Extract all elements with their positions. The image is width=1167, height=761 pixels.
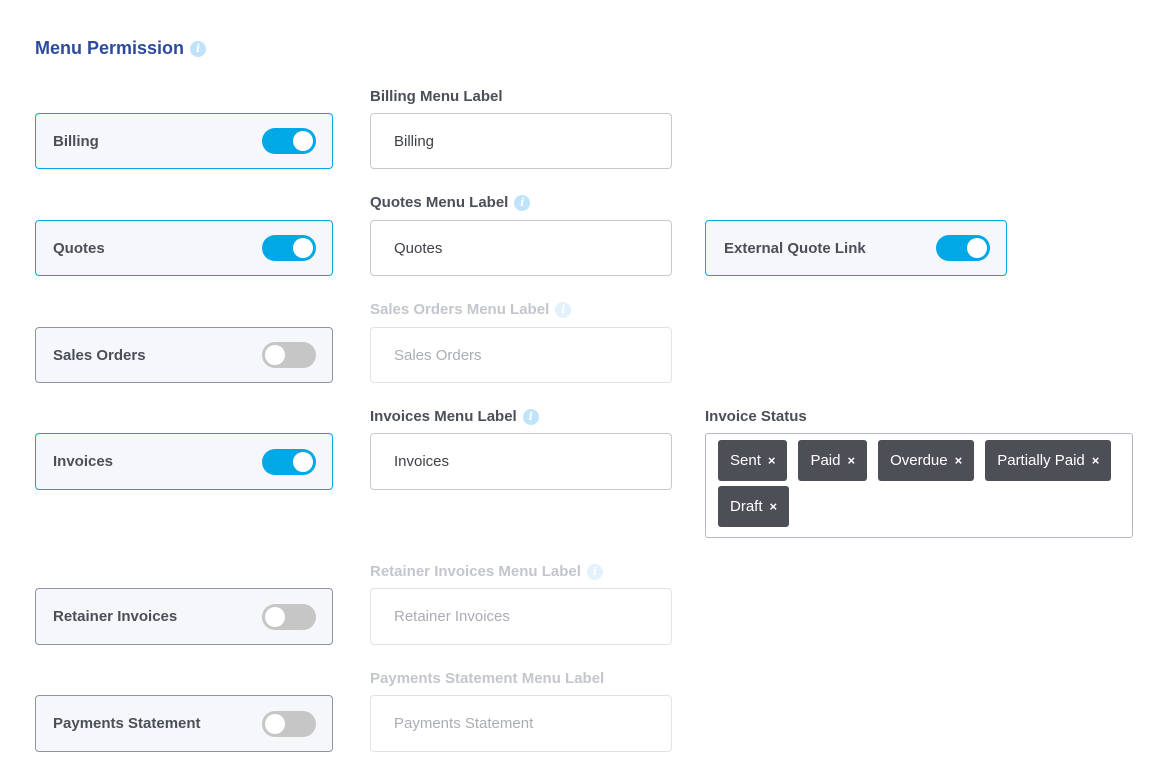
retainer-invoices-toggle-card[interactable]: Retainer Invoices xyxy=(35,588,333,645)
invoices-toggle-label: Invoices xyxy=(53,453,114,470)
menu-permission-page: Menu Permission i Billing Menu Label Bil… xyxy=(0,0,1167,761)
close-icon[interactable]: × xyxy=(847,453,855,468)
invoices-toggle-card[interactable]: Invoices xyxy=(35,433,333,490)
status-chip-label: Sent xyxy=(730,452,761,469)
status-chip-label: Draft xyxy=(730,498,763,515)
invoices-menu-label-text: Invoices Menu Label xyxy=(370,408,517,425)
info-icon[interactable]: i xyxy=(522,408,539,425)
close-icon[interactable]: × xyxy=(768,453,776,468)
status-chip-label: Partially Paid xyxy=(997,452,1085,469)
close-icon[interactable]: × xyxy=(955,453,963,468)
info-icon[interactable]: i xyxy=(190,40,207,57)
info-icon[interactable]: i xyxy=(586,563,603,580)
status-chip-draft: Draft × xyxy=(718,486,790,527)
sales-orders-menu-label-title: Sales Orders Menu Label i xyxy=(370,301,572,318)
status-chip-label: Overdue xyxy=(890,452,948,469)
payments-statement-toggle-card[interactable]: Payments Statement xyxy=(35,695,333,752)
payments-statement-toggle-label: Payments Statement xyxy=(53,715,201,732)
retainer-invoices-toggle-switch[interactable] xyxy=(262,603,316,630)
billing-toggle-switch[interactable] xyxy=(262,128,316,154)
billing-toggle-label: Billing xyxy=(53,132,99,150)
retainer-invoices-menu-label-title: Retainer Invoices Menu Label i xyxy=(370,563,603,580)
billing-menu-label-text: Billing Menu Label xyxy=(370,88,503,105)
quotes-menu-label-title: Quotes Menu Label i xyxy=(370,194,531,211)
info-icon[interactable]: i xyxy=(555,301,572,318)
external-quote-link-card[interactable]: External Quote Link xyxy=(705,220,1007,276)
invoices-toggle-switch[interactable] xyxy=(262,448,316,475)
sales-orders-menu-label-text: Sales Orders Menu Label xyxy=(370,301,550,318)
billing-menu-label-title: Billing Menu Label xyxy=(370,88,503,105)
invoice-status-title: Invoice Status xyxy=(705,408,807,425)
invoice-status-multiselect[interactable]: Sent × Paid × Overdue × Partially Paid ×… xyxy=(705,433,1133,538)
invoices-menu-label-title: Invoices Menu Label i xyxy=(370,408,539,425)
quotes-toggle-card[interactable]: Quotes xyxy=(35,220,333,276)
retainer-invoices-toggle-label: Retainer Invoices xyxy=(53,608,178,625)
payments-statement-menu-label-text: Payments Statement Menu Label xyxy=(370,670,605,687)
status-chip-label: Paid xyxy=(810,452,841,469)
status-chip-partially-paid: Partially Paid × xyxy=(985,440,1112,481)
billing-toggle-card[interactable]: Billing xyxy=(35,113,333,169)
info-icon[interactable]: i xyxy=(514,194,531,211)
invoice-status-title-text: Invoice Status xyxy=(705,408,807,425)
sales-orders-toggle-label: Sales Orders xyxy=(53,346,146,364)
payments-statement-menu-label-title: Payments Statement Menu Label xyxy=(370,670,604,687)
quotes-menu-label-input[interactable] xyxy=(370,220,672,276)
retainer-invoices-menu-label-input[interactable] xyxy=(370,588,672,645)
sales-orders-toggle-switch[interactable] xyxy=(262,342,316,368)
billing-menu-label-input[interactable] xyxy=(370,113,672,169)
external-quote-link-label: External Quote Link xyxy=(724,239,866,257)
invoices-menu-label-input[interactable] xyxy=(370,433,672,490)
status-chip-sent: Sent × xyxy=(718,440,788,481)
close-icon[interactable]: × xyxy=(770,499,778,514)
section-title-text: Menu Permission xyxy=(35,38,185,58)
payments-statement-menu-label-input[interactable] xyxy=(370,695,672,752)
sales-orders-menu-label-input[interactable] xyxy=(370,327,672,383)
quotes-toggle-label: Quotes xyxy=(53,239,105,257)
status-chip-overdue: Overdue × xyxy=(878,440,975,481)
status-chip-paid: Paid × xyxy=(798,440,868,481)
sales-orders-toggle-card[interactable]: Sales Orders xyxy=(35,327,333,383)
section-title: Menu Permission i xyxy=(35,38,207,59)
payments-statement-toggle-switch[interactable] xyxy=(262,710,316,737)
quotes-menu-label-text: Quotes Menu Label xyxy=(370,194,509,211)
close-icon[interactable]: × xyxy=(1092,453,1100,468)
external-quote-link-switch[interactable] xyxy=(936,235,990,261)
quotes-toggle-switch[interactable] xyxy=(262,235,316,261)
retainer-invoices-menu-label-text: Retainer Invoices Menu Label xyxy=(370,563,581,580)
